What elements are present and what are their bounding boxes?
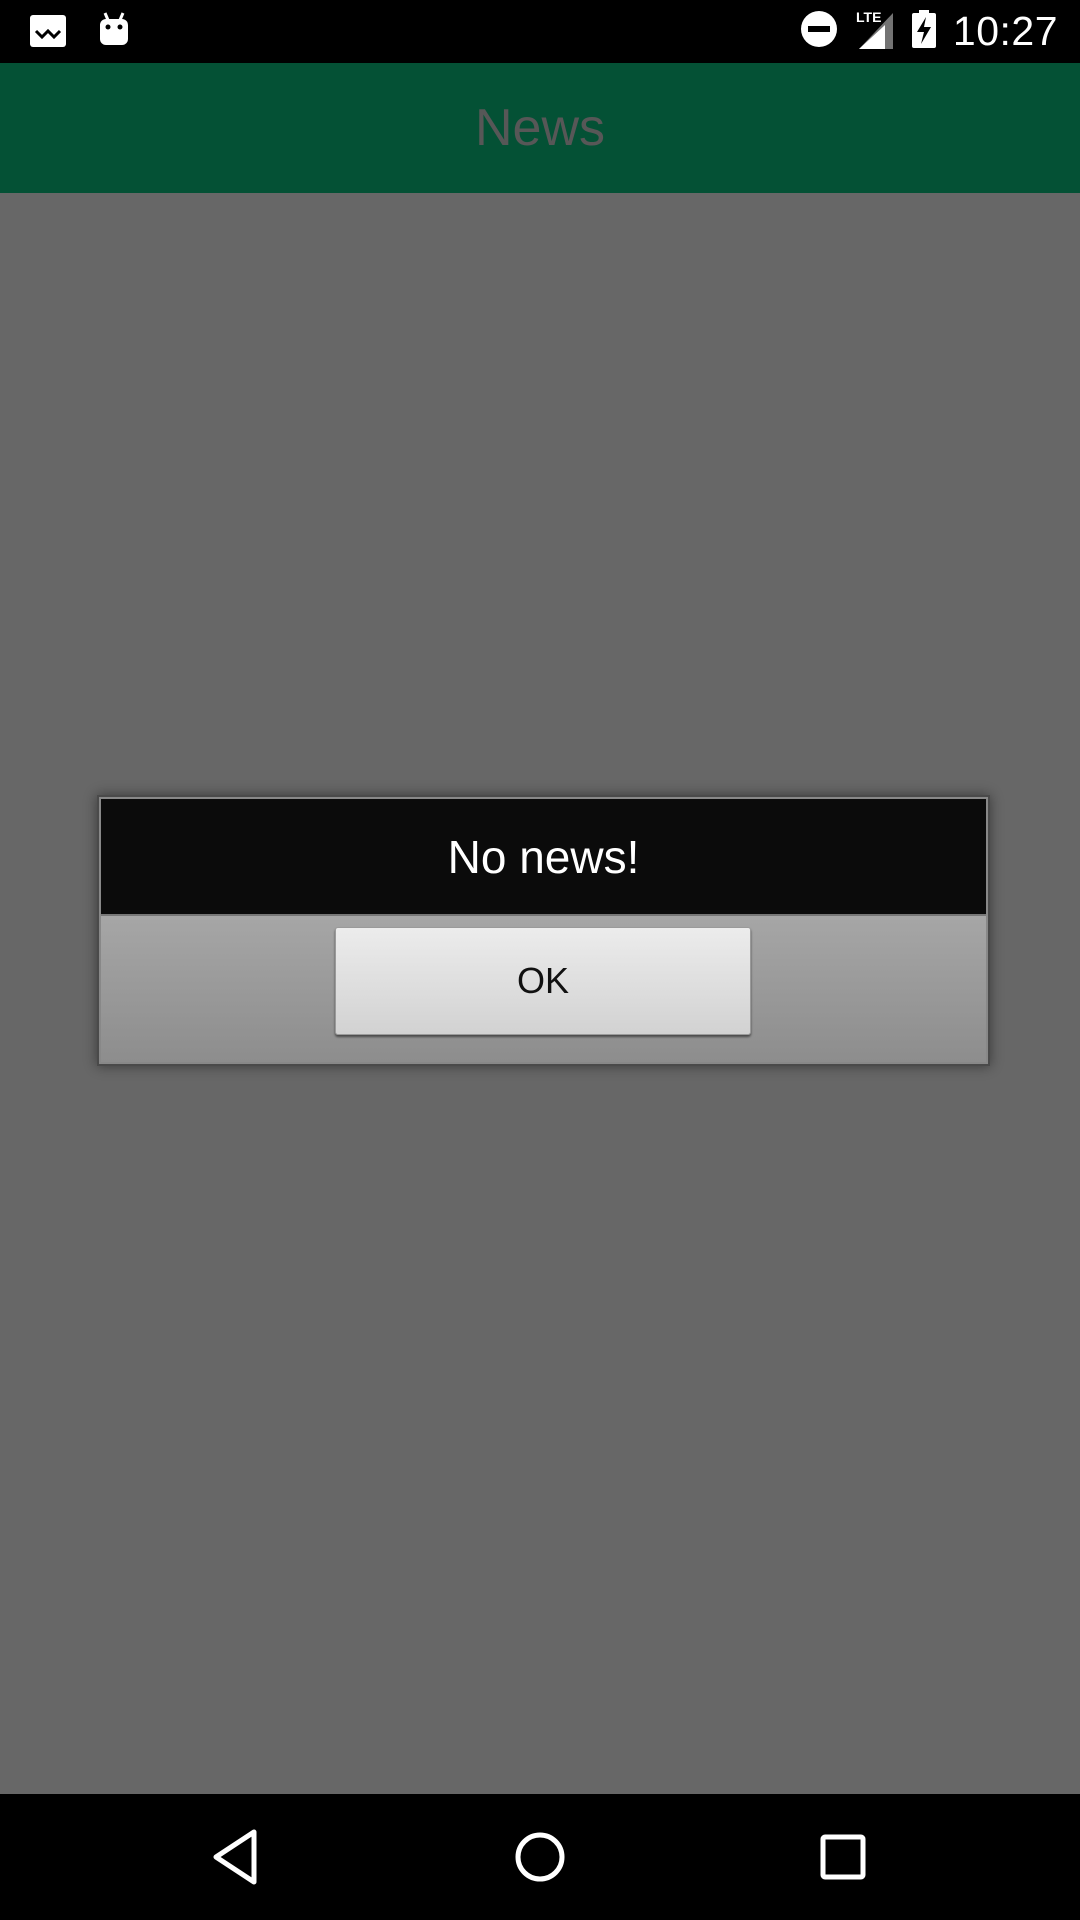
recents-icon[interactable]	[810, 1824, 876, 1890]
dialog-button-bar: OK	[101, 916, 986, 1062]
ok-button[interactable]: OK	[335, 927, 751, 1035]
back-icon[interactable]	[204, 1824, 270, 1890]
home-icon[interactable]	[507, 1824, 573, 1890]
android-icon	[98, 11, 130, 56]
network-type-label: LTE	[856, 9, 881, 25]
status-bar: LTE 10:27	[0, 0, 1080, 63]
signal-icon: LTE	[855, 7, 895, 56]
navigation-bar	[0, 1794, 1080, 1920]
battery-charging-icon	[911, 9, 937, 54]
do-not-disturb-icon	[799, 9, 839, 54]
app-title: News	[474, 99, 606, 157]
status-clock: 10:27	[952, 8, 1058, 54]
app-bar: News	[0, 63, 1080, 193]
dialog-header: No news!	[101, 799, 986, 916]
dialog-message: No news!	[447, 831, 640, 883]
notification-app-icon	[28, 11, 68, 56]
alert-dialog: No news! OK	[97, 795, 990, 1066]
